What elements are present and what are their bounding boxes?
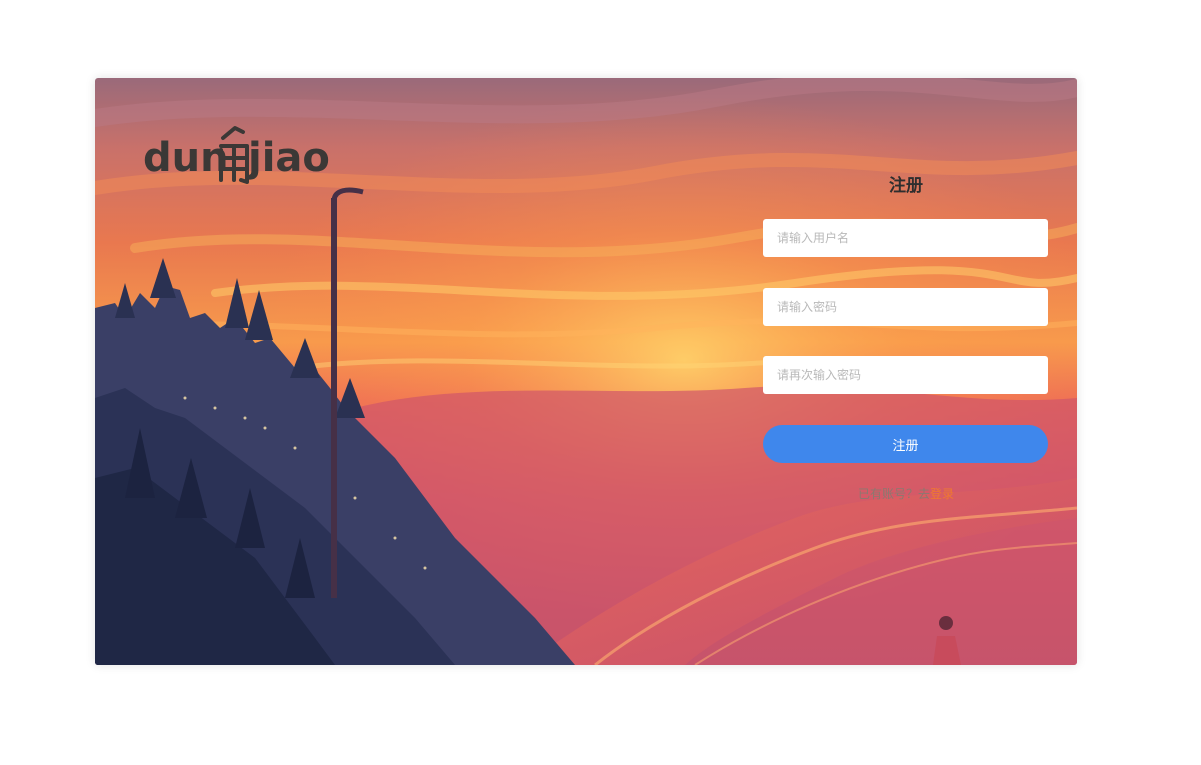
password-input[interactable]	[763, 288, 1048, 326]
form-title: 注册	[889, 176, 923, 196]
have-account-text: 已有账号？去	[857, 487, 930, 501]
login-prompt: 已有账号？去登录	[763, 485, 1049, 502]
username-input[interactable]	[763, 219, 1048, 257]
register-button[interactable]: 注册	[763, 425, 1048, 463]
confirm-password-input[interactable]	[763, 356, 1048, 394]
login-link[interactable]: 登录	[930, 487, 954, 501]
register-form: 注册 注册 已有账号？去登录	[763, 174, 1049, 502]
register-card: dun jiao 注册 注册 已有账号？去登录	[95, 78, 1077, 665]
dunjiao-logo: dun jiao	[143, 124, 343, 186]
logo-text-right: jiao	[248, 135, 330, 181]
